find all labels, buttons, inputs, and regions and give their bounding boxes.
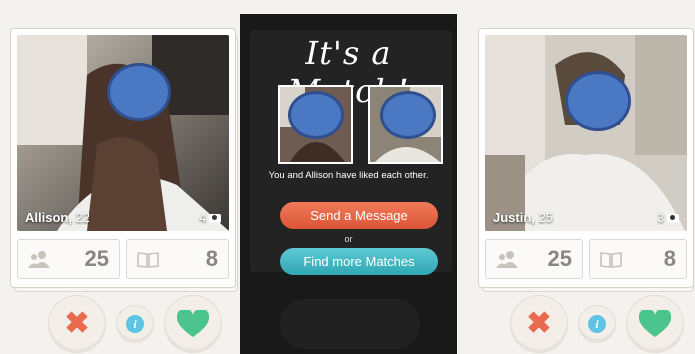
profile-photo-image	[17, 35, 229, 231]
find-more-matches-button[interactable]: Find more Matches	[280, 248, 438, 275]
friends-count: 25	[84, 246, 109, 271]
photo-count-right: 3	[657, 211, 679, 225]
people-icon	[28, 251, 50, 268]
match-caption: You and Allison have liked each other.	[268, 170, 429, 181]
like-button[interactable]	[626, 295, 684, 353]
action-buttons-right: ✖ i	[510, 295, 684, 353]
profile-photo-left[interactable]: Allison, 22 4	[17, 35, 229, 231]
action-buttons-left: ✖ i	[48, 295, 222, 353]
or-label: or	[344, 234, 353, 244]
like-button[interactable]	[164, 295, 222, 353]
interests-count: 8	[205, 246, 218, 271]
people-icon	[496, 251, 518, 268]
heart-icon	[177, 310, 209, 337]
info-icon: i	[588, 315, 606, 333]
camera-icon	[667, 213, 679, 223]
interests-count: 8	[663, 246, 676, 271]
x-icon: ✖	[64, 307, 90, 340]
nope-button[interactable]: ✖	[48, 295, 106, 353]
profile-name-label: Allison, 22	[25, 210, 91, 225]
camera-icon	[209, 213, 221, 223]
photo-count-left: 4	[199, 211, 221, 225]
interests-stat[interactable]: 8	[589, 239, 687, 279]
profile-photo-right[interactable]: Justin, 25 3	[485, 35, 687, 231]
profile-card-right[interactable]: Justin, 25 3 25 8	[478, 28, 694, 288]
nope-button[interactable]: ✖	[510, 295, 568, 353]
profile-stats-right: 25 8	[485, 239, 687, 279]
info-icon: i	[126, 315, 144, 333]
friends-stat[interactable]: 25	[485, 239, 583, 279]
interests-stat[interactable]: 8	[126, 239, 229, 279]
match-photo-right	[368, 85, 443, 164]
heart-icon	[639, 310, 671, 337]
book-icon	[137, 252, 159, 268]
x-icon: ✖	[526, 307, 552, 340]
face-blur-match-left	[288, 91, 344, 139]
face-blur-left	[107, 63, 171, 121]
info-button[interactable]: i	[116, 305, 154, 343]
face-blur-match-right	[380, 91, 436, 139]
face-blur-right	[565, 71, 631, 131]
profile-card-left[interactable]: Allison, 22 4 25 8	[10, 28, 236, 288]
match-photo-left	[278, 85, 353, 164]
profile-photo-image	[485, 35, 687, 231]
profile-stats-left: 25 8	[17, 239, 229, 279]
send-message-button[interactable]: Send a Message	[280, 202, 438, 229]
profile-name-label: Justin, 25	[493, 210, 553, 225]
book-icon	[600, 252, 622, 268]
match-screen: It's a Match! You and Allison have liked…	[240, 14, 457, 354]
friends-count: 25	[547, 246, 572, 271]
info-button[interactable]: i	[578, 305, 616, 343]
friends-stat[interactable]: 25	[17, 239, 120, 279]
